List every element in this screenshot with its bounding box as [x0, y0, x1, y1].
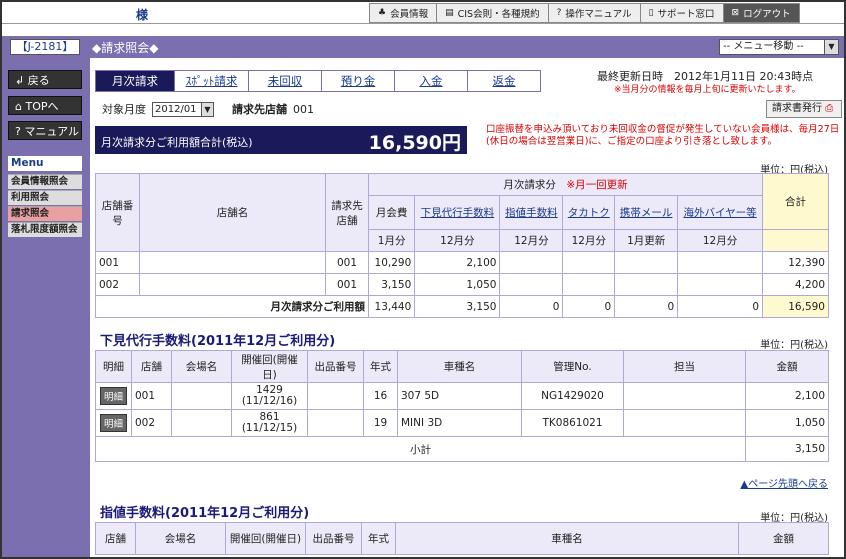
table-row: 002 001 3,150 1,050 4,200 — [95, 273, 829, 296]
document-icon: ▤ — [445, 8, 454, 18]
period-total — [762, 229, 829, 252]
main-content: 月次請求 ｽﾎﾟｯﾄ請求 未回収 預り金 入金 返金 最終更新日時 2012年1… — [92, 58, 844, 557]
tab-uncollected[interactable]: 未回収 — [249, 70, 322, 92]
issue-invoice-button[interactable]: 請求書発行 ⎙ — [766, 100, 842, 118]
period: 1月分 — [367, 229, 416, 252]
header-shop-no: 店舗番号 — [95, 173, 140, 252]
menu-select[interactable]: -- メニュー移動 -- ▼ — [719, 39, 839, 55]
app-frame: 様 ♣ 会員情報 ▤ CIS会則・各種規約 ? 操作マニュアル ▯ サポート窓口 ⊠ ログ… — [0, 0, 846, 559]
tab-payment[interactable]: 入金 — [395, 70, 468, 92]
chevron-down-icon: ▼ — [824, 40, 838, 54]
sum-row: 月次請求分ご利用額 13,440 3,150 0 0 0 0 16,590 — [95, 295, 829, 318]
home-icon: ⌂ — [15, 100, 22, 113]
manual-button[interactable]: ? マニュアル — [8, 121, 82, 140]
period: 12月分 — [414, 229, 501, 252]
header-shop-name: 店舗名 — [139, 173, 326, 252]
sidebar-item-usage[interactable]: 利用照会 — [8, 190, 82, 205]
monthly-total-box: 月次請求分ご利用額合計(税込) 16,590円 — [95, 126, 467, 154]
help-icon: ? — [556, 8, 562, 18]
sidebar-item-billing[interactable]: 請求照会 — [8, 206, 82, 221]
billing-tabs: 月次請求 ｽﾎﾟｯﾄ請求 未回収 預り金 入金 返金 — [95, 70, 541, 92]
chevron-down-icon: ▼ — [201, 102, 213, 116]
billing-shop-value: 001 — [293, 102, 314, 116]
total-label: 月次請求分ご利用額合計(税込) — [101, 136, 253, 149]
page-title: ◆請求照会◆ — [92, 41, 159, 55]
shitami-table: 明細 店舗 会場名 開催回(開催日) 出品番号 年式 車種名 管理No. 担当 … — [95, 350, 829, 462]
monthly-table: 店舗番号 店舗名 請求先店舗 月次請求分 ※月一回更新 合計 月会費 下見代行手… — [95, 173, 829, 318]
top-button[interactable]: ⌂ TOPへ — [8, 96, 82, 115]
sashine-section-title: 指値手数料(2011年12月ご利用分) — [100, 502, 760, 523]
col-limit-fee[interactable]: 指値手数料 — [499, 195, 564, 230]
debit-warning: 口座振替を申込み頂いており未回収金の督促が発生していない会員様は、毎月27日(休… — [486, 124, 840, 147]
club-icon: ♣ — [378, 8, 387, 18]
period: 12月分 — [677, 229, 763, 252]
back-button[interactable]: ↲ 戻る — [8, 70, 82, 89]
col-preview-fee[interactable]: 下見代行手数料 — [414, 195, 501, 230]
period: 12月分 — [499, 229, 564, 252]
pdf-icon: ⎙ — [825, 103, 834, 114]
unit-label: 単位：円(税込) — [760, 340, 828, 351]
tab-monthly[interactable]: 月次請求 — [95, 70, 175, 92]
sidebar: ↲ 戻る ⌂ TOPへ ? マニュアル Menu 会員情報照会 利用照会 請求照… — [2, 58, 90, 557]
period: 1月更新 — [614, 229, 679, 252]
phone-icon: ▯ — [648, 8, 654, 18]
update-note: ※当月分の情報を毎月上旬に更新いたします。 — [614, 85, 801, 95]
menu-title: Menu — [8, 156, 82, 171]
header-total: 合計 — [762, 173, 829, 230]
return-arrow-icon: ↲ — [15, 74, 25, 87]
billing-shop-label: 請求先店舗 — [232, 103, 287, 116]
nav-support[interactable]: ▯ サポート窓口 — [639, 3, 723, 23]
total-value: 16,590円 — [368, 132, 461, 154]
col-takatoku[interactable]: タカトク — [562, 195, 616, 230]
nav-member-info[interactable]: ♣ 会員情報 — [369, 3, 437, 23]
detail-button[interactable]: 明細 — [99, 387, 127, 405]
detail-button[interactable]: 明細 — [99, 414, 127, 432]
logout-icon: ⊠ — [731, 8, 740, 18]
tab-deposit[interactable]: 預り金 — [322, 70, 395, 92]
top-bar: 様 ♣ 会員情報 ▤ CIS会則・各種規約 ? 操作マニュアル ▯ サポート窓口 ⊠ ログ… — [2, 2, 844, 24]
table-row: 001 001 10,290 2,100 12,390 — [95, 251, 829, 274]
col-mobile-mail[interactable]: 携帯メール — [614, 195, 679, 230]
tab-spot[interactable]: ｽﾎﾟｯﾄ請求 — [175, 70, 249, 92]
header-billing-shop: 請求先店舗 — [325, 173, 369, 252]
nav-rules[interactable]: ▤ CIS会則・各種規約 — [436, 3, 548, 23]
target-month-row: 対象月度 2012/01 ▼ 請求先店舗 001 — [102, 101, 314, 117]
header-group: 月次請求分 ※月一回更新 — [368, 173, 763, 196]
sashine-table: 店舗 会場名 開催回(開催日) 出品番号 年式 車種名 金額 — [95, 522, 829, 555]
period: 12月分 — [562, 229, 616, 252]
shitami-section-title: 下見代行手数料(2011年12月ご利用分) — [100, 330, 760, 351]
target-month-label: 対象月度 — [102, 103, 146, 116]
nav-logout[interactable]: ⊠ ログアウト — [722, 3, 800, 23]
nav-manual[interactable]: ? 操作マニュアル — [547, 3, 640, 23]
target-month-select[interactable]: 2012/01 ▼ — [152, 101, 214, 117]
col-overseas[interactable]: 海外バイヤー等 — [677, 195, 763, 230]
page-top-link[interactable]: ▲ページ先頭へ戻る — [741, 475, 829, 490]
col-monthly-fee: 月会費 — [367, 195, 416, 230]
sidebar-item-bid-limit[interactable]: 落札限度額照会 — [8, 222, 82, 237]
top-nav: ♣ 会員情報 ▤ CIS会則・各種規約 ? 操作マニュアル ▯ サポート窓口 ⊠ ログアウ… — [369, 3, 800, 23]
member-id: 【J-2181】 — [10, 39, 80, 55]
sidebar-item-member-info[interactable]: 会員情報照会 — [8, 174, 82, 189]
header-band: 【J-2181】 ◆請求照会◆ -- メニュー移動 -- ▼ — [2, 36, 844, 58]
tab-refund[interactable]: 返金 — [468, 70, 541, 92]
table-row: 明細 001 1429 (11/12/16) 16 307 5D NG142902… — [95, 382, 829, 410]
user-suffix: 様 — [136, 8, 149, 22]
subtotal-row: 小計 3,150 — [95, 436, 829, 462]
table-row: 明細 002 861 (11/12/15) 19 MINI 3D TK086102… — [95, 409, 829, 437]
help-icon: ? — [15, 125, 21, 138]
